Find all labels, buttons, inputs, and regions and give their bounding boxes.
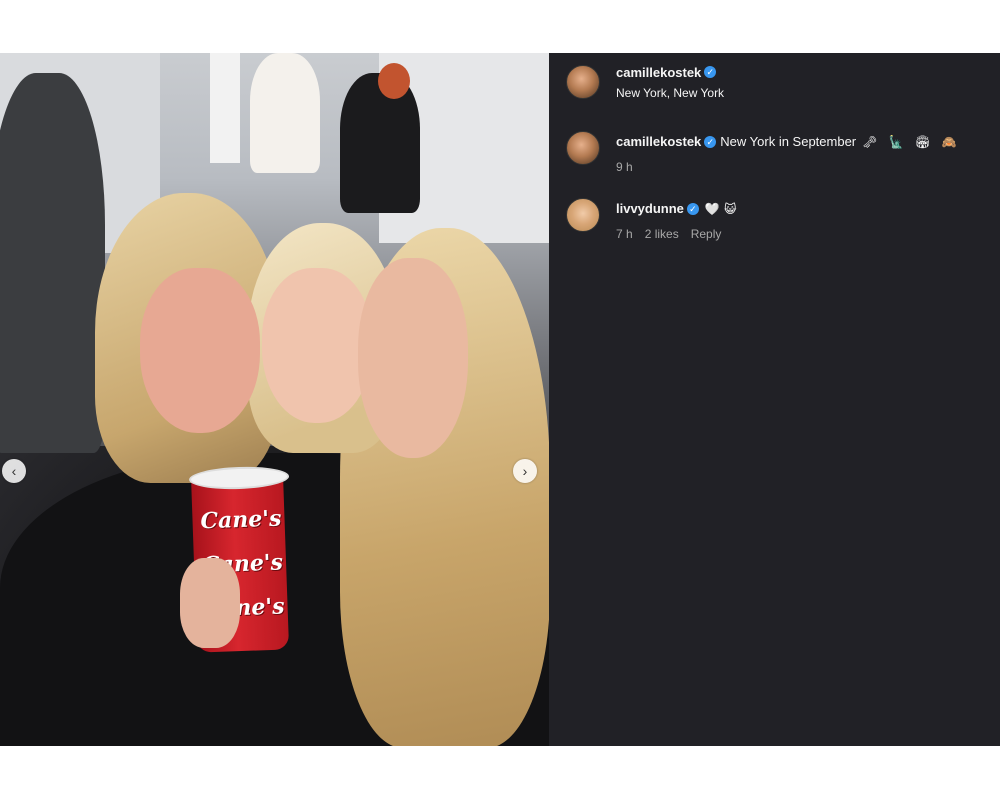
verified-badge-icon: ✓ (704, 135, 717, 148)
comment-time[interactable]: 9 h (616, 159, 633, 175)
comment-text: New York in September (720, 134, 857, 149)
comment-emojis: 🤍😺 (704, 202, 741, 216)
verified-badge-icon: ✓ (704, 65, 717, 78)
comment-likes[interactable]: 2 likes (645, 226, 679, 242)
commenter-avatar[interactable] (566, 198, 600, 232)
post-location[interactable]: New York, New York (616, 86, 724, 100)
photo-hand (180, 558, 240, 648)
photo-background-person-head (378, 63, 410, 99)
comments-panel: camillekostek ✓ New York, New York camill… (549, 53, 1000, 746)
photo-background-person (250, 53, 320, 173)
photo-face-left (140, 268, 260, 433)
comment-username[interactable]: livvydunne (616, 201, 684, 216)
commenter-avatar[interactable] (566, 131, 600, 165)
chevron-right-icon: › (522, 463, 528, 479)
author-avatar[interactable] (566, 65, 600, 99)
comment-emojis: 🗝 🗽 🏟 🙈 (862, 135, 961, 149)
comment: livvydunne ✓ 🤍😺 7 h 2 likes Reply (566, 198, 740, 242)
photo-background-person (0, 73, 105, 453)
carousel-prev-button[interactable]: ‹ (2, 459, 26, 483)
comment-meta: 7 h 2 likes Reply (616, 226, 740, 242)
comment-username[interactable]: camillekostek (616, 134, 701, 149)
post-photo: Cane's Cane's Cane's ‹ › (0, 53, 549, 746)
photo-face-middle (262, 268, 372, 423)
chevron-left-icon: ‹ (11, 463, 17, 479)
reply-button[interactable]: Reply (691, 226, 722, 242)
verified-badge-icon: ✓ (686, 202, 699, 215)
post-header: camillekostek ✓ New York, New York (566, 64, 724, 100)
cup-label: Cane's (200, 505, 282, 535)
comment-time[interactable]: 7 h (616, 226, 633, 242)
caption-comment: camillekostek ✓ New York in September 🗝 🗽 🏟… (566, 131, 961, 175)
carousel-next-button[interactable]: › (513, 459, 537, 483)
author-username[interactable]: camillekostek (616, 65, 701, 80)
photo-face-right (358, 258, 468, 458)
post-modal: Cane's Cane's Cane's ‹ › camillekostek ✓ … (0, 53, 1000, 746)
photo-door (210, 53, 240, 163)
photo-background-person (340, 73, 420, 213)
comment-meta: 9 h (616, 159, 961, 175)
